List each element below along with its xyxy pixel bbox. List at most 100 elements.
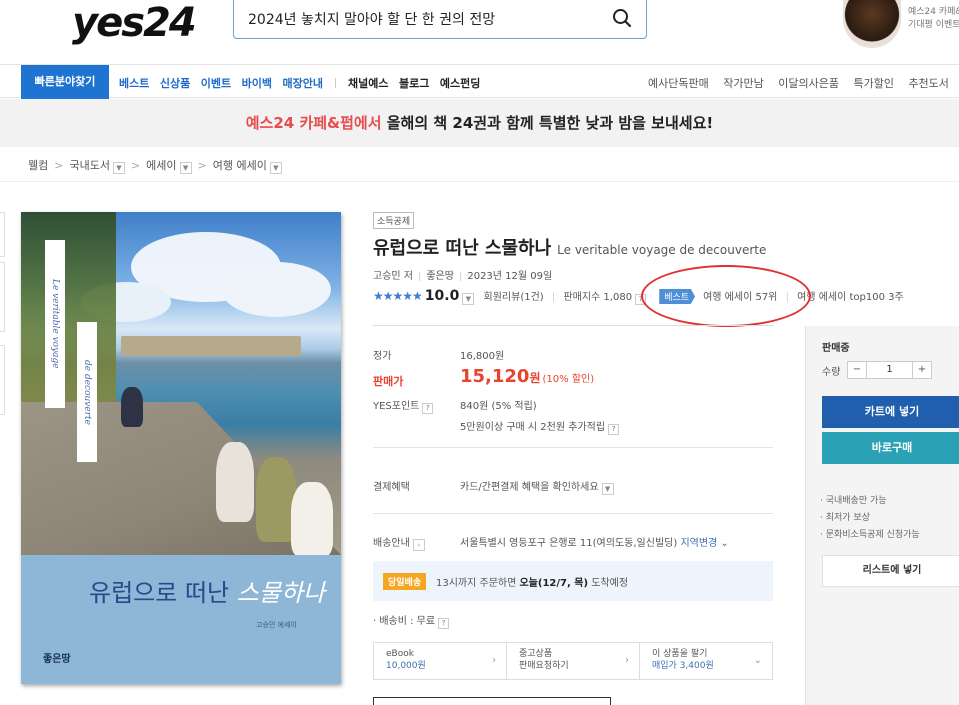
nav-link-gift[interactable]: 이달의사은품 bbox=[778, 77, 839, 90]
cover-title-main: 유럽으로 떠난 bbox=[89, 579, 237, 607]
sale-price-row: 15,120원 (10% 할인) bbox=[460, 366, 594, 387]
eta-prefix: 13시까지 주문하면 bbox=[436, 578, 520, 589]
sell-option[interactable]: 이 상품을 팔기 매입가 3,400원 ⌄ bbox=[640, 643, 772, 679]
yes-point-value: 840원 (5% 적립) bbox=[460, 401, 537, 412]
breadcrumb: 웰컴 > 국내도서 ▼ > 에세이 ▼ > 여행 에세이 ▼ bbox=[28, 157, 282, 174]
quantity-minus-button[interactable]: − bbox=[848, 362, 866, 378]
nav-link-exclusive[interactable]: 예사단독판매 bbox=[648, 77, 709, 90]
nav-divider bbox=[335, 78, 337, 88]
top100-link[interactable]: 여행 에세이 top100 3주 bbox=[797, 292, 904, 303]
cover-publisher: 좋은땅 bbox=[43, 654, 71, 665]
note-lowest-price: · 최저가 보상 bbox=[820, 513, 870, 523]
eta-suffix: 도착예정 bbox=[588, 578, 629, 589]
nav-link-event[interactable]: 이벤트 bbox=[201, 77, 231, 90]
cover-vertical-subtitle: de decouverte bbox=[77, 322, 97, 462]
extra-button-partial[interactable] bbox=[373, 697, 611, 705]
search-input[interactable]: 2024년 놓치지 말아야 할 단 한 권의 전망 bbox=[233, 0, 647, 39]
product-subtitle: Le veritable voyage de decouverte bbox=[557, 243, 767, 257]
product-meta: 고승민 저 | 좋은땅 | 2023년 12월 09일 bbox=[373, 271, 553, 282]
ebook-price: 10,000원 bbox=[386, 661, 426, 671]
quantity-input[interactable]: 1 bbox=[866, 362, 913, 378]
search-icon[interactable] bbox=[612, 8, 632, 28]
ebook-option[interactable]: eBook 10,000원 › bbox=[374, 643, 507, 679]
add-to-cart-button[interactable]: 카트에 넣기 bbox=[822, 396, 959, 428]
buy-now-button[interactable]: 바로구매 bbox=[822, 432, 959, 464]
event-banner[interactable]: 예스24 카페&펍에서 올해의 책 24권과 함께 특별한 낮과 밤을 보내세요… bbox=[0, 99, 959, 147]
publisher-link[interactable]: 좋은땅 bbox=[426, 271, 454, 282]
yes-point-text: YES포인트 bbox=[373, 401, 420, 412]
thumbnail-edge[interactable] bbox=[0, 262, 5, 332]
cover-title-script: 스물하나 bbox=[236, 579, 326, 607]
quantity-plus-button[interactable]: + bbox=[913, 362, 931, 378]
quick-find-button[interactable]: 빠른분야찾기 bbox=[21, 65, 109, 99]
chevron-down-icon[interactable]: ▼ bbox=[269, 162, 282, 174]
person-figure bbox=[291, 482, 333, 557]
benefit-value[interactable]: 카드/간편결제 혜택을 확인하세요 ▼ bbox=[460, 478, 614, 495]
add-to-list-button[interactable]: 리스트에 넣기 bbox=[822, 555, 959, 587]
help-icon[interactable]: ? bbox=[608, 424, 620, 435]
author-link[interactable]: 고승민 저 bbox=[373, 271, 413, 282]
chevron-down-icon[interactable]: ▼ bbox=[601, 483, 614, 495]
chevron-down-icon: ⌄ bbox=[753, 655, 762, 666]
nav-link-best[interactable]: 베스트 bbox=[119, 77, 149, 90]
thumbnail-edge[interactable] bbox=[0, 212, 5, 257]
chevron-down-icon[interactable]: ▼ bbox=[112, 162, 125, 174]
shipping-fee: · 배송비 : 무료? bbox=[373, 612, 450, 629]
benefit-text: 카드/간편결제 혜택을 확인하세요 bbox=[460, 482, 599, 493]
yes24-logo[interactable]: yes24 bbox=[72, 0, 197, 46]
nav-link-channel-yes[interactable]: 채널예스 bbox=[348, 77, 388, 90]
nav-link-special-sale[interactable]: 특가할인 bbox=[853, 77, 893, 90]
divider bbox=[373, 325, 773, 326]
chevron-down-icon[interactable]: ▼ bbox=[462, 293, 475, 305]
promo-text[interactable]: 예스24 카페& 기대평 이벤트 bbox=[908, 6, 959, 32]
breadcrumb-travel-essay[interactable]: 여행 에세이 bbox=[213, 159, 267, 172]
promo-coffee-image[interactable] bbox=[843, 0, 901, 48]
point-extra-text: 5만원이상 구매 시 2천원 추가적립 bbox=[460, 422, 606, 433]
purchase-notes: · 국내배송만 가능 · 최저가 보상 · 문화비소득공제 신청가능 bbox=[820, 493, 920, 544]
thumbnail-edge[interactable] bbox=[0, 345, 5, 415]
tax-deduction-tag: 소득공제 bbox=[373, 212, 415, 229]
nav-link-recommended[interactable]: 추천도서 bbox=[908, 77, 948, 90]
nav-link-blog[interactable]: 블로그 bbox=[399, 77, 429, 90]
divider bbox=[373, 447, 773, 448]
purchase-panel: 판매중 수량 − 1 + 카트에 넣기 바로구매 · 국내배송만 가능 · 최저… bbox=[805, 326, 959, 705]
promo-line-1: 예스24 카페& bbox=[908, 7, 959, 17]
sale-price-label: 판매가 bbox=[373, 375, 404, 388]
note-culture-deduction: · 문화비소득공제 신청가능 bbox=[820, 530, 920, 540]
list-price: 16,800원 bbox=[460, 351, 505, 362]
breadcrumb-domestic[interactable]: 국내도서 bbox=[69, 159, 109, 172]
breadcrumb-home[interactable]: 웰컴 bbox=[28, 159, 48, 172]
cover-title-area: 유럽으로 떠난 스물하나 고승민 에세이 좋은땅 bbox=[21, 555, 341, 684]
chevron-right-icon: › bbox=[625, 655, 629, 666]
banner-highlight: 예스24 카페&펍에서 bbox=[245, 114, 382, 132]
book-cover[interactable]: Le veritable voyage de decouverte 유럽으로 떠… bbox=[21, 212, 341, 684]
nav-link-store[interactable]: 매장안내 bbox=[283, 77, 323, 90]
used-option[interactable]: 중고상품 판매요청하기 › bbox=[507, 643, 640, 679]
main-nav: 빠른분야찾기 베스트 신상품 이벤트 바이백 매장안내 채널예스 블로그 예스펀… bbox=[0, 64, 959, 99]
sale-status: 판매중 bbox=[822, 343, 850, 354]
rating-row: ★★★★★ 10.0 ▼ 회원리뷰(1건) | 판매지수 1,080? 베스트 여행 … bbox=[373, 288, 904, 305]
discount-rate: (10% 할인) bbox=[542, 374, 595, 385]
person-figure bbox=[121, 387, 143, 427]
sale-price: 15,120 bbox=[460, 366, 530, 387]
yes-point-label: YES포인트? bbox=[373, 397, 434, 414]
delivery-label: 배송안내 › bbox=[373, 534, 425, 551]
nav-link-buyback[interactable]: 바이백 bbox=[242, 77, 272, 90]
region-change-link[interactable]: 지역변경 ⌄ bbox=[680, 538, 728, 549]
used-label: 중고상품 bbox=[519, 649, 553, 659]
help-icon[interactable]: ? bbox=[438, 618, 450, 629]
divider bbox=[0, 181, 959, 182]
chevron-right-icon[interactable]: › bbox=[412, 539, 425, 551]
breadcrumb-essay[interactable]: 에세이 bbox=[146, 159, 176, 172]
nav-link-funding[interactable]: 예스펀딩 bbox=[440, 77, 480, 90]
help-icon[interactable]: ? bbox=[422, 403, 434, 414]
chevron-down-icon[interactable]: ▼ bbox=[179, 162, 192, 174]
nav-link-author-meet[interactable]: 작가만남 bbox=[723, 77, 763, 90]
delivery-eta: 13시까지 주문하면 오늘(12/7, 목) 도착예정 bbox=[436, 574, 628, 589]
search-query: 2024년 놓치지 말아야 할 단 한 권의 전망 bbox=[248, 12, 496, 28]
used-request: 판매요청하기 bbox=[519, 661, 569, 671]
eta-date: 오늘(12/7, 목) bbox=[519, 578, 589, 589]
sales-index: 판매지수 1,080 bbox=[563, 292, 633, 303]
nav-link-new[interactable]: 신상품 bbox=[160, 77, 190, 90]
review-link[interactable]: 회원리뷰(1건) bbox=[484, 292, 544, 303]
